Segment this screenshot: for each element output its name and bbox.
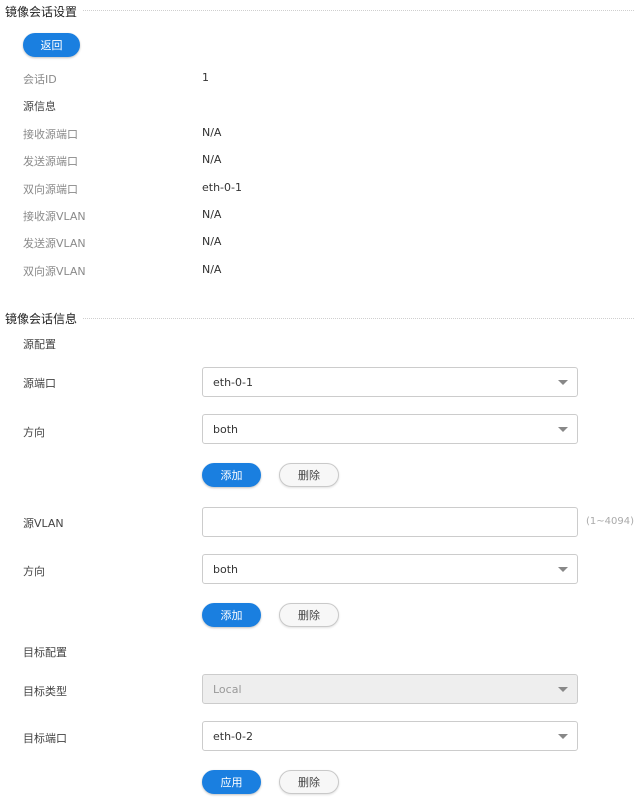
vlan-direction-label: 方向	[23, 565, 45, 578]
rx-source-port-label: 接收源端口	[23, 128, 78, 141]
section-title-mirror-session-info: 镜像会话信息	[5, 310, 84, 327]
source-port-select[interactable]: eth-0-1	[202, 367, 578, 397]
chevron-down-icon	[558, 427, 568, 432]
vlan-add-button[interactable]: 添加	[202, 603, 261, 627]
chevron-down-icon	[558, 567, 568, 572]
port-direction-selected-value: both	[213, 422, 238, 436]
both-source-port-label: 双向源端口	[23, 183, 78, 196]
tx-source-vlan-value: N/A	[202, 235, 222, 248]
chevron-down-icon	[558, 380, 568, 385]
both-source-vlan-value: N/A	[202, 263, 222, 276]
port-delete-button[interactable]: 删除	[279, 463, 339, 487]
target-port-select[interactable]: eth-0-2	[202, 721, 578, 751]
chevron-down-icon	[558, 687, 568, 692]
tx-source-port-label: 发送源端口	[23, 155, 78, 168]
source-vlan-range-hint: (1~4094)	[586, 516, 634, 527]
session-id-value: 1	[202, 71, 209, 84]
session-id-label: 会话ID	[23, 73, 57, 86]
both-source-vlan-label: 双向源VLAN	[23, 265, 86, 278]
rx-source-vlan-value: N/A	[202, 208, 222, 221]
vlan-direction-selected-value: both	[213, 562, 238, 576]
source-vlan-input[interactable]	[202, 507, 578, 537]
source-port-label: 源端口	[23, 377, 56, 390]
tx-source-port-value: N/A	[202, 153, 222, 166]
source-vlan-label: 源VLAN	[23, 517, 64, 530]
rx-source-vlan-label: 接收源VLAN	[23, 210, 86, 223]
chevron-down-icon	[558, 734, 568, 739]
vlan-delete-button[interactable]: 删除	[279, 603, 339, 627]
source-info-heading: 源信息	[23, 100, 56, 113]
target-type-select: Local	[202, 674, 578, 704]
target-port-selected-value: eth-0-2	[213, 729, 253, 743]
port-add-button[interactable]: 添加	[202, 463, 261, 487]
back-button[interactable]: 返回	[23, 33, 80, 57]
target-config-heading: 目标配置	[23, 646, 67, 659]
vlan-direction-select[interactable]: both	[202, 554, 578, 584]
section-divider	[80, 318, 634, 319]
section-divider	[80, 10, 634, 11]
target-type-label: 目标类型	[23, 685, 67, 698]
section-title-mirror-session-settings: 镜像会话设置	[5, 3, 84, 20]
port-direction-label: 方向	[23, 426, 45, 439]
target-type-selected-value: Local	[213, 682, 242, 696]
target-port-label: 目标端口	[23, 732, 67, 745]
tx-source-vlan-label: 发送源VLAN	[23, 237, 86, 250]
source-config-heading: 源配置	[23, 338, 56, 351]
source-port-selected-value: eth-0-1	[213, 375, 253, 389]
both-source-port-value: eth-0-1	[202, 181, 242, 194]
apply-button[interactable]: 应用	[202, 770, 261, 794]
target-delete-button[interactable]: 删除	[279, 770, 339, 794]
port-direction-select[interactable]: both	[202, 414, 578, 444]
rx-source-port-value: N/A	[202, 126, 222, 139]
